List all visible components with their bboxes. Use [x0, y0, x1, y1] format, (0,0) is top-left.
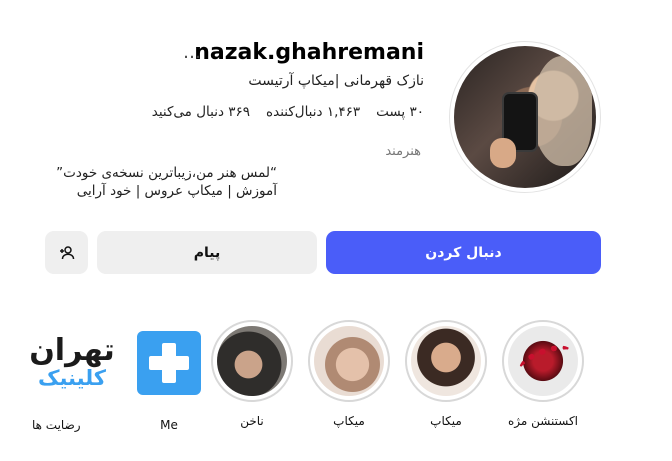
follow-button[interactable]: دنبال کردن [326, 231, 601, 274]
bio-line: آموزش | میکاپ عروس | خود آرایی [76, 183, 277, 199]
highlight-cover [508, 326, 578, 396]
profile-bio: “لمس هنر من،زیباترین نسخه‌ی خودت” آموزش … [56, 164, 277, 200]
profile-full-name: نازک قهرمانی |میکاپ آرتیست [248, 73, 424, 89]
highlight-item[interactable]: میکاپ [401, 320, 491, 428]
highlight-label: اکستنشن مژه [508, 414, 578, 428]
profile-avatar[interactable] [449, 41, 601, 193]
highlight-item[interactable]: میکاپ [304, 320, 394, 428]
suggested-users-button[interactable] [45, 231, 88, 274]
avatar-image [454, 46, 596, 188]
highlight-item[interactable]: ناخن [207, 320, 297, 428]
more-options-icon[interactable]: … [183, 42, 201, 63]
highlight-cover [314, 326, 384, 396]
posts-count[interactable]: ۳۰ پست [376, 104, 424, 120]
medical-cross-icon [149, 343, 189, 383]
brand-logo-top: تهران [29, 333, 115, 368]
add-person-icon [59, 245, 74, 259]
highlight-me-cover[interactable] [137, 331, 201, 395]
highlight-cover [411, 326, 481, 396]
highlight-label: میکاپ [430, 414, 462, 428]
highlight-cover [217, 326, 287, 396]
highlight-label: Me [160, 418, 178, 432]
profile-category: هنرمند [385, 144, 421, 159]
highlight-label: ناخن [240, 414, 264, 428]
brand-logo-bottom: کلینیک [37, 366, 106, 390]
profile-stats: ۳۰ پست ۱,۴۶۳ دنبال‌کننده ۳۶۹ دنبال می‌کن… [152, 104, 424, 120]
brand-logo: تهران کلینیک [14, 336, 130, 392]
highlight-label: میکاپ [333, 414, 365, 428]
followers-count[interactable]: ۱,۴۶۳ دنبال‌کننده [266, 104, 360, 120]
highlight-item[interactable]: اکستنشن مژه [498, 320, 588, 428]
following-count[interactable]: ۳۶۹ دنبال می‌کنید [152, 104, 250, 120]
username: nazak.ghahremani [194, 40, 424, 65]
bio-line: “لمس هنر من،زیباترین نسخه‌ی خودت” [56, 165, 277, 181]
message-button[interactable]: پیام [97, 231, 317, 274]
highlight-label[interactable]: رضایت ها [32, 418, 98, 432]
